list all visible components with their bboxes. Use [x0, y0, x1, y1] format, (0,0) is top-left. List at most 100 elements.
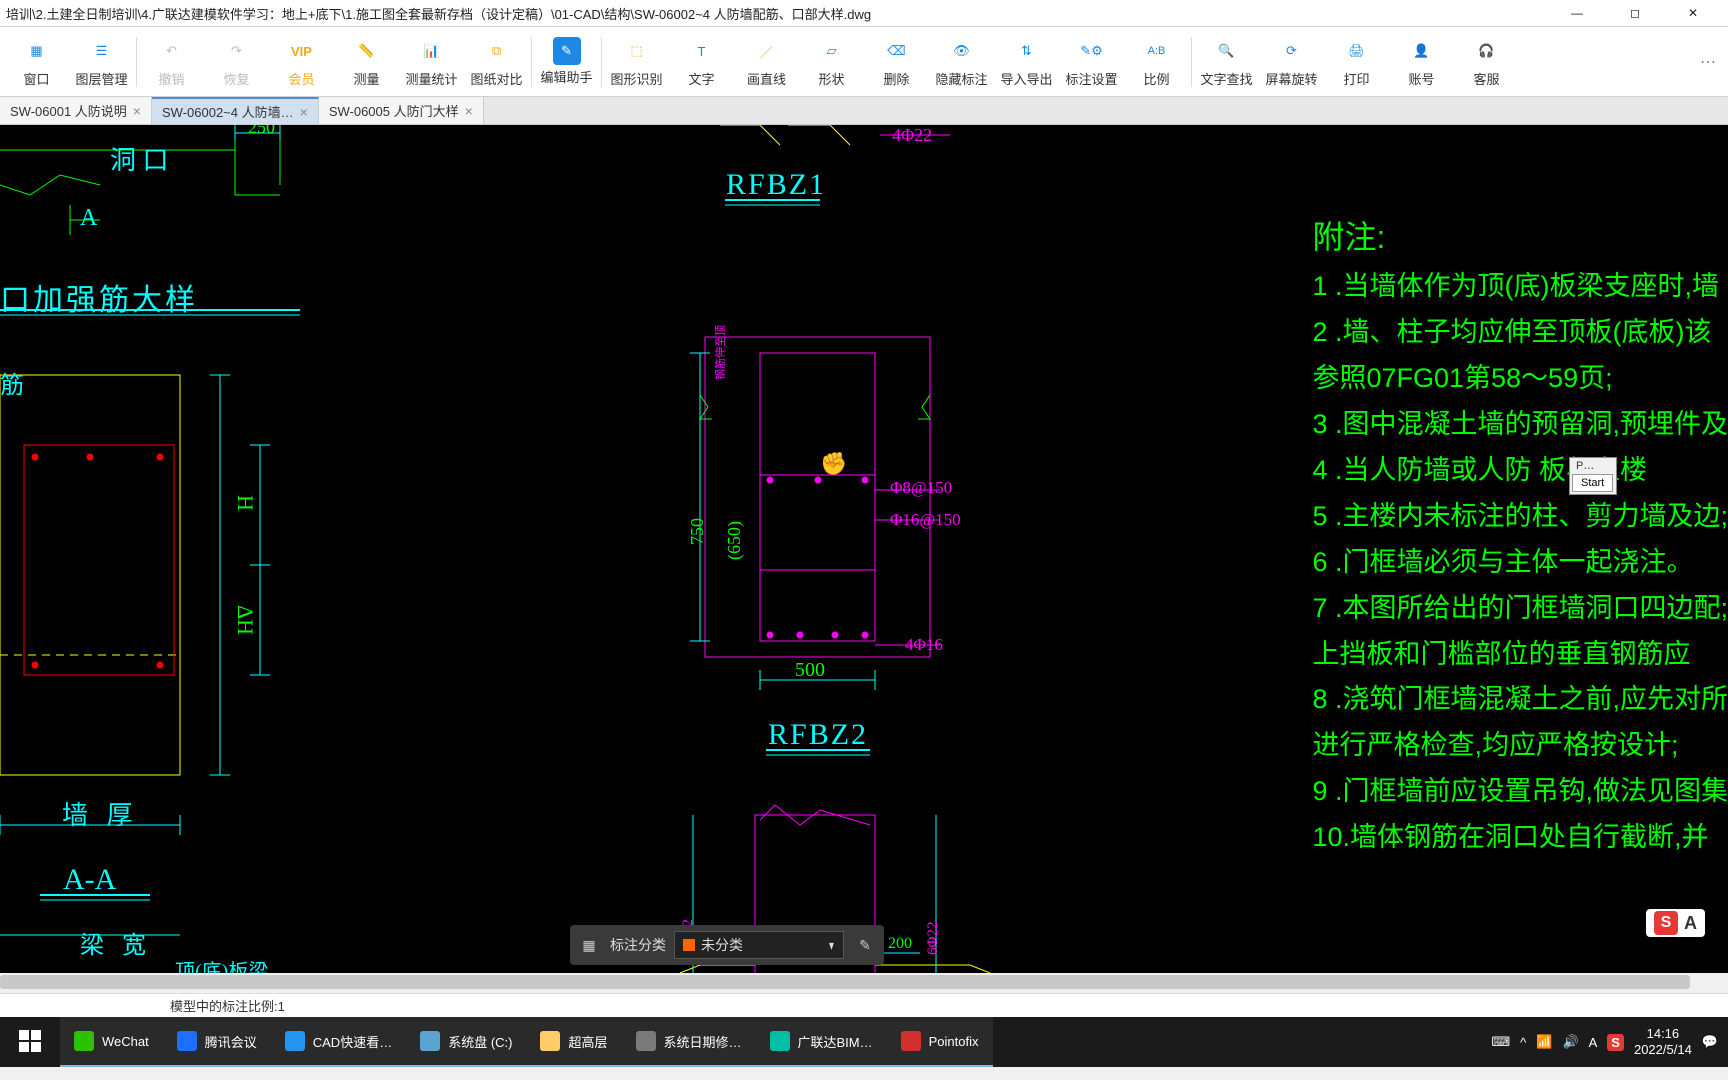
- screen-rotate-tool[interactable]: ⟳屏幕旋转: [1259, 28, 1324, 96]
- start-button[interactable]: [0, 1017, 60, 1067]
- app-label: WeChat: [102, 1034, 149, 1049]
- close-button[interactable]: ✕: [1664, 0, 1722, 26]
- close-icon[interactable]: ×: [300, 104, 308, 120]
- app-icon: [636, 1031, 656, 1051]
- cad-dim: H: [232, 495, 258, 511]
- ratio-tool[interactable]: A:B比例: [1124, 28, 1189, 96]
- cad-label: Φ16@150: [890, 510, 961, 530]
- notifications-icon[interactable]: 💬: [1702, 1034, 1718, 1050]
- cad-dim: (650): [724, 521, 745, 560]
- account-tool[interactable]: 👤账号: [1389, 28, 1454, 96]
- color-swatch-icon: [683, 939, 695, 951]
- text-search-tool[interactable]: 🔍文字查找: [1194, 28, 1259, 96]
- line-tool[interactable]: ／画直线: [734, 28, 799, 96]
- edit-icon[interactable]: ✎: [852, 932, 878, 958]
- document-tabs: SW-06001 人防说明 × SW-06002~4 人防墙… × SW-060…: [0, 97, 1728, 125]
- tab-label: SW-06005 人防门大样: [329, 101, 459, 120]
- sogou-icon: S: [1654, 911, 1678, 935]
- main-toolbar: ▦窗口 ☰图层管理 ↶撤销 ↷恢复 VIP会员 📏测量 📊测量统计 ⧉图纸对比 …: [0, 27, 1728, 97]
- tray-volume-icon[interactable]: 🔊: [1562, 1034, 1578, 1050]
- close-icon[interactable]: ×: [133, 103, 141, 119]
- tab-sw06005[interactable]: SW-06005 人防门大样 ×: [319, 97, 484, 124]
- redo-tool[interactable]: ↷恢复: [204, 28, 269, 96]
- cad-label: 梁 宽: [80, 925, 152, 960]
- hide-annot-tool[interactable]: 👁隐藏标注: [929, 28, 994, 96]
- annot-category-select[interactable]: 未分类 ▾: [674, 931, 844, 959]
- app-icon: [420, 1031, 440, 1051]
- print-tool[interactable]: 🖨打印: [1324, 28, 1389, 96]
- tray-sogou-icon[interactable]: S: [1607, 1034, 1624, 1051]
- tray-lang-icon[interactable]: A: [1589, 1035, 1598, 1050]
- cad-label: 钢筋伸至顶: [712, 325, 728, 380]
- tray-chevron-icon[interactable]: ^: [1520, 1035, 1526, 1050]
- compare-tool[interactable]: ⧉图纸对比: [464, 28, 529, 96]
- pointofix-title: P…: [1570, 458, 1616, 472]
- shape-tool[interactable]: ▱形状: [799, 28, 864, 96]
- window-controls: — ◻ ✕: [1548, 0, 1722, 26]
- delete-tool[interactable]: ⌫删除: [864, 28, 929, 96]
- cad-label: Φ8@150: [890, 478, 952, 498]
- title-path: 培训\2.土建全日制培训\4.广联达建模软件学习：地上+底下\1.施工图全套最新…: [6, 4, 1548, 23]
- app-icon: [901, 1031, 921, 1051]
- pointofix-panel[interactable]: P… Start: [1569, 457, 1617, 495]
- layers-tool[interactable]: ☰图层管理: [69, 28, 134, 96]
- cad-label: 4Φ16: [905, 635, 943, 655]
- tray-keyboard-icon[interactable]: ⌨: [1491, 1034, 1510, 1050]
- annot-settings-tool[interactable]: ✎⚙标注设置: [1059, 28, 1124, 96]
- measure-tool[interactable]: 📏测量: [334, 28, 399, 96]
- taskbar-app[interactable]: Pointofix: [887, 1017, 993, 1067]
- cad-label: 筋: [0, 365, 24, 400]
- text-tool[interactable]: T文字: [669, 28, 734, 96]
- taskbar-app[interactable]: WeChat: [60, 1017, 163, 1067]
- cad-title: RFBZ2: [768, 718, 868, 752]
- drawing-canvas[interactable]: 洞 口 250 A 口加强筋大样 筋 H ΔH 墙 厚 A-A 梁 宽 顶(底)…: [0, 125, 1728, 973]
- grid-icon[interactable]: ▦: [576, 932, 602, 958]
- taskbar-app[interactable]: 超高层: [526, 1017, 621, 1067]
- status-bar: 模型中的标注比例:1: [0, 993, 1728, 1017]
- drawing-notes: 附注: 1 .当墙体作为顶(底)板梁支座时,墙 2 .墙、柱子均应伸至顶板(底板…: [1312, 210, 1728, 861]
- tray-network-icon[interactable]: 📶: [1536, 1034, 1552, 1050]
- shape-recog-tool[interactable]: ⬚图形识别: [604, 28, 669, 96]
- cad-label: 墙 厚: [62, 795, 139, 832]
- taskbar-app[interactable]: CAD快速看…: [271, 1017, 406, 1067]
- import-export-tool[interactable]: ⇅导入导出: [994, 28, 1059, 96]
- measure-stats-tool[interactable]: 📊测量统计: [399, 28, 464, 96]
- app-label: 系统日期修…: [664, 1032, 742, 1051]
- cad-label: 6Φ22: [925, 922, 942, 955]
- taskbar-app[interactable]: 系统盘 (C:): [406, 1017, 526, 1067]
- close-icon[interactable]: ×: [465, 103, 473, 119]
- annotation-toolbar[interactable]: ▦ 标注分类 未分类 ▾ ✎: [570, 925, 884, 965]
- taskbar-app[interactable]: 系统日期修…: [622, 1017, 756, 1067]
- toolbar-overflow[interactable]: ⋯: [1692, 52, 1724, 72]
- minimize-button[interactable]: —: [1548, 0, 1606, 26]
- vip-tool[interactable]: VIP会员: [269, 28, 334, 96]
- edit-assist-tool[interactable]: ✎编辑助手: [534, 28, 599, 96]
- undo-tool[interactable]: ↶撤销: [139, 28, 204, 96]
- taskbar-app[interactable]: 腾讯会议: [163, 1017, 271, 1067]
- pointofix-start-button[interactable]: Start: [1572, 474, 1613, 492]
- windows-taskbar: WeChat 腾讯会议CAD快速看…系统盘 (C:) 超高层 系统日期修… 广联达BIM…: [0, 1017, 1728, 1067]
- pan-cursor-icon: ✊: [820, 451, 847, 477]
- app-label: 超高层: [568, 1032, 607, 1051]
- scrollbar-thumb[interactable]: [0, 975, 1690, 989]
- taskbar-app[interactable]: 广联达BIM…: [756, 1017, 887, 1067]
- cad-dim: 750: [687, 518, 708, 545]
- app-icon: [285, 1031, 305, 1051]
- app-icon: [770, 1031, 790, 1051]
- horizontal-scrollbar[interactable]: [0, 973, 1728, 993]
- tab-sw06001[interactable]: SW-06001 人防说明 ×: [0, 97, 152, 124]
- ime-indicator[interactable]: S A: [1646, 909, 1705, 937]
- tab-label: SW-06001 人防说明: [10, 101, 127, 120]
- service-tool[interactable]: 🎧客服: [1454, 28, 1519, 96]
- cad-title: RFBZ1: [726, 168, 826, 202]
- windows-logo-icon: [19, 1030, 41, 1052]
- tab-sw06002[interactable]: SW-06002~4 人防墙… ×: [152, 97, 319, 124]
- maximize-button[interactable]: ◻: [1606, 0, 1664, 26]
- annot-category-label: 标注分类: [610, 935, 666, 955]
- window-tool[interactable]: ▦窗口: [4, 28, 69, 96]
- app-icon: [540, 1031, 560, 1051]
- taskbar-clock[interactable]: 14:16 2022/5/14: [1634, 1026, 1692, 1057]
- tab-label: SW-06002~4 人防墙…: [162, 102, 294, 121]
- app-icon: [177, 1031, 197, 1051]
- app-label: 广联达BIM…: [798, 1032, 873, 1051]
